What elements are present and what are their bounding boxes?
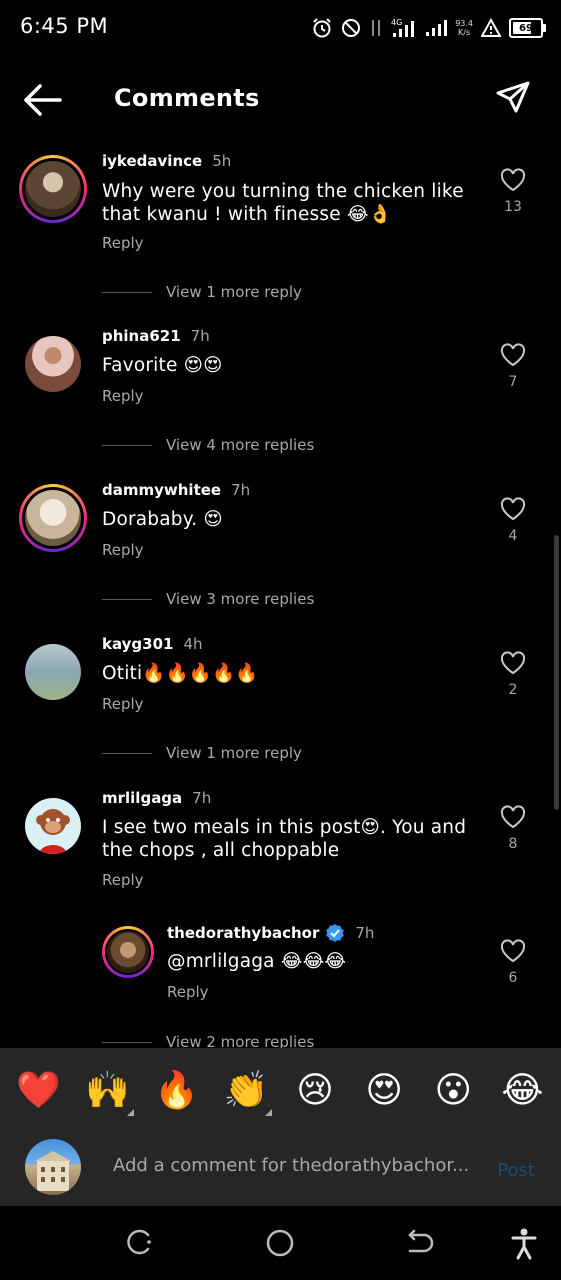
- battery-icon: 69: [509, 18, 546, 38]
- reply-button[interactable]: Reply: [102, 234, 144, 252]
- back-arrow-icon: [24, 84, 62, 116]
- like-count: 13: [504, 199, 522, 215]
- view-more-replies[interactable]: View 1 more reply: [102, 283, 302, 301]
- like-button[interactable]: [499, 805, 527, 833]
- heart-icon: [500, 939, 526, 963]
- comment-text: I see two meals in this post😍. You and t…: [102, 817, 467, 861]
- data-transfer-icon: [372, 20, 381, 36]
- comment-text: Dorababy. 😍: [102, 509, 223, 530]
- comment-text: Otiti🔥🔥🔥🔥🔥: [102, 663, 259, 684]
- status-bar: 6:45 PM 4G 93.4 K/s 69: [0, 0, 561, 56]
- comment-username[interactable]: dammywhitee: [102, 481, 221, 499]
- current-user-avatar: [25, 1139, 81, 1195]
- emoji-crying[interactable]: 😢: [287, 1062, 343, 1118]
- heart-icon: [500, 497, 526, 521]
- skin-tone-indicator: [264, 1109, 272, 1116]
- avatar[interactable]: [25, 798, 81, 854]
- like-button[interactable]: [499, 168, 527, 196]
- heart-icon: [500, 343, 526, 367]
- accessibility-icon: [511, 1228, 537, 1260]
- emoji-fire[interactable]: 🔥: [149, 1062, 205, 1118]
- net-speed: 93.4 K/s: [455, 19, 473, 37]
- comment-time: 5h: [212, 152, 232, 170]
- comment-username[interactable]: mrlilgaga: [102, 789, 182, 807]
- comment-time: 4h: [183, 635, 203, 653]
- view-more-replies[interactable]: View 3 more replies: [102, 590, 314, 608]
- like-button[interactable]: [499, 939, 527, 967]
- verified-badge-icon: [326, 924, 345, 942]
- signal-4g-icon: 4G: [391, 18, 415, 37]
- like-count: 8: [508, 836, 518, 852]
- view-more-replies[interactable]: View 1 more reply: [102, 744, 302, 762]
- scrollbar[interactable]: [554, 535, 559, 810]
- avatar[interactable]: [25, 161, 81, 217]
- status-icons: 4G 93.4 K/s 69: [311, 14, 546, 42]
- like-count: 4: [508, 528, 518, 544]
- comment-text: Favorite 😍😍: [102, 355, 223, 376]
- reply-button[interactable]: Reply: [102, 387, 144, 405]
- send-icon: [496, 81, 530, 113]
- emoji-laughing[interactable]: 😂: [494, 1062, 550, 1118]
- do-not-disturb-icon: [342, 19, 361, 37]
- reply-text: @mrlilgaga 😂😂😂: [167, 951, 347, 972]
- svg-text:4G: 4G: [391, 18, 402, 27]
- emoji-clap[interactable]: 👏: [218, 1062, 274, 1118]
- comments-header: Comments: [0, 66, 561, 136]
- accessibility-button[interactable]: [509, 1226, 543, 1260]
- heart-icon: [500, 651, 526, 675]
- page-title: Comments: [114, 84, 260, 112]
- status-time: 6:45 PM: [20, 14, 109, 38]
- recents-button[interactable]: [124, 1226, 158, 1260]
- emoji-heart-eyes[interactable]: 😍: [356, 1062, 412, 1118]
- system-nav-bar: [0, 1206, 561, 1280]
- heart-icon: [500, 805, 526, 829]
- comment-time: 7h: [231, 481, 251, 499]
- recents-icon: [127, 1229, 151, 1255]
- emoji-surprised[interactable]: 😮: [425, 1062, 481, 1118]
- like-button[interactable]: [499, 497, 527, 525]
- avatar[interactable]: [107, 931, 149, 973]
- skin-tone-indicator: [126, 1109, 134, 1116]
- comment-username[interactable]: iykedavince: [102, 152, 202, 170]
- heart-icon: [500, 168, 526, 192]
- home-button[interactable]: [263, 1226, 297, 1260]
- reply-username[interactable]: thedorathybachor: [167, 923, 345, 943]
- warning-icon: [481, 18, 501, 37]
- like-count: 7: [508, 374, 518, 390]
- view-more-replies[interactable]: View 4 more replies: [102, 436, 314, 454]
- comment-time: 7h: [190, 327, 210, 345]
- alarm-icon: [313, 18, 331, 38]
- reply-button[interactable]: Reply: [102, 541, 144, 559]
- comment-username[interactable]: phina621: [102, 327, 181, 345]
- reply-button[interactable]: Reply: [102, 871, 144, 889]
- comment-input[interactable]: [113, 1155, 473, 1176]
- like-count: 2: [508, 682, 518, 698]
- avatar[interactable]: [25, 336, 81, 392]
- signal-icon: [426, 20, 448, 36]
- like-button[interactable]: [499, 343, 527, 371]
- home-circle-icon: [266, 1229, 294, 1257]
- back-nav-button[interactable]: [402, 1226, 436, 1260]
- like-button[interactable]: [499, 651, 527, 679]
- comment-time: 7h: [192, 789, 212, 807]
- comment-composer: Post: [0, 1132, 561, 1206]
- reply-time: 7h: [355, 924, 375, 942]
- emoji-heart[interactable]: ❤️: [11, 1062, 67, 1118]
- emoji-raised-hands[interactable]: 🙌: [80, 1062, 136, 1118]
- back-button[interactable]: [22, 82, 64, 118]
- like-count: 6: [508, 970, 518, 986]
- emoji-reaction-bar: ❤️ 🙌 🔥 👏 😢 😍 😮 😂: [0, 1048, 561, 1132]
- comment-username[interactable]: kayg301: [102, 635, 173, 653]
- building-avatar-icon: [35, 1151, 71, 1191]
- back-nav-icon: [408, 1229, 434, 1253]
- comment-text: Why were you turning the chicken like th…: [102, 181, 464, 225]
- share-button[interactable]: [495, 80, 531, 116]
- avatar[interactable]: [25, 644, 81, 700]
- avatar[interactable]: [25, 490, 81, 546]
- post-button[interactable]: Post: [497, 1160, 535, 1181]
- reply-button[interactable]: Reply: [102, 695, 144, 713]
- reply-button[interactable]: Reply: [167, 983, 209, 1001]
- ape-avatar-icon: [36, 809, 70, 854]
